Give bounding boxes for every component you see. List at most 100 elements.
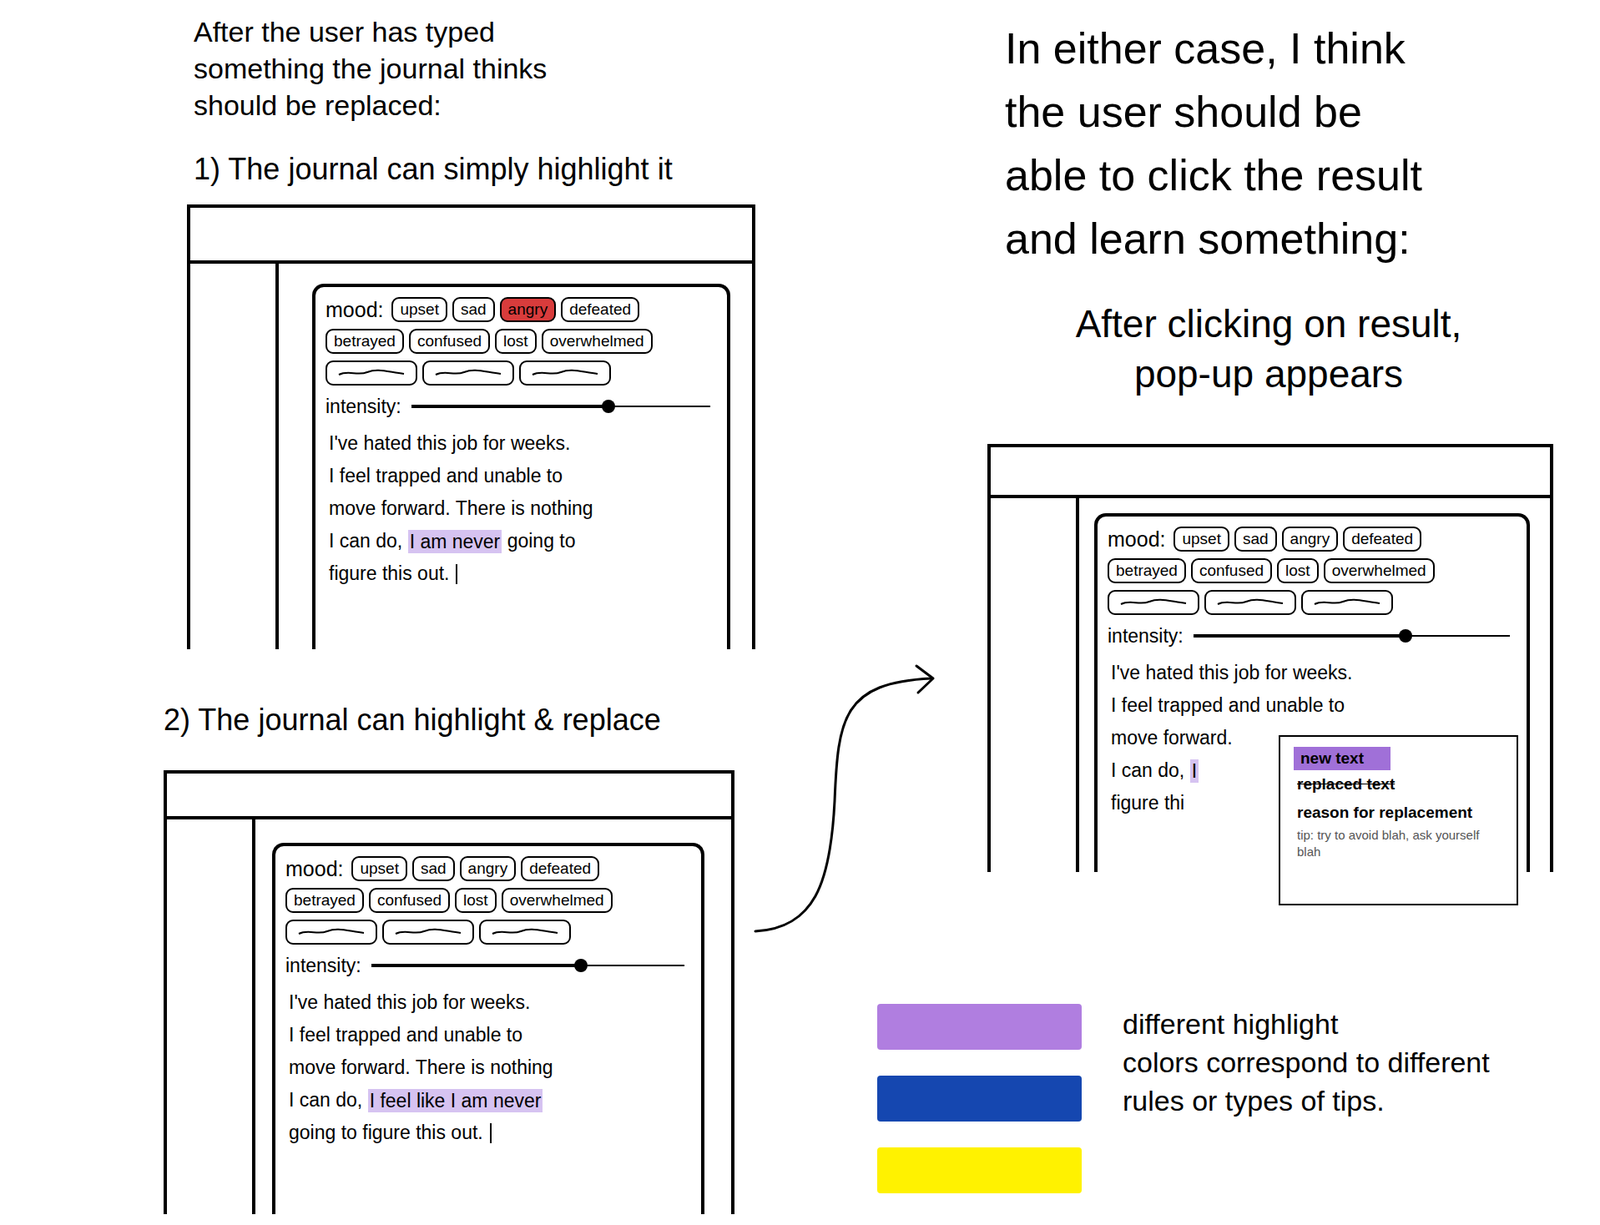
highlighted-text[interactable]: I feel like I am never xyxy=(368,1089,544,1113)
note-line: pop-up appears xyxy=(1014,348,1524,399)
highlighted-text[interactable]: I xyxy=(1190,759,1199,783)
mood-tag[interactable]: confused xyxy=(368,888,450,914)
text-line: I feel trapped and unable to xyxy=(1110,689,1517,722)
journal-text[interactable]: I've hated this job for weeks.I feel tra… xyxy=(285,983,692,1150)
mood-tag[interactable]: betrayed xyxy=(325,328,404,354)
text-segment: I can do, xyxy=(288,1084,369,1117)
mood-tag[interactable]: upset xyxy=(1173,526,1229,552)
blank-tag xyxy=(430,364,506,382)
title-bar xyxy=(990,447,1550,499)
intensity-track[interactable] xyxy=(411,405,711,408)
text-segment: move forward. xyxy=(1110,721,1233,755)
mood-tag[interactable] xyxy=(1107,590,1200,616)
mood-tag[interactable]: overwhelmed xyxy=(541,328,653,354)
sidebar xyxy=(166,819,256,1215)
tag-label: angry xyxy=(1290,529,1331,550)
mood-tag[interactable] xyxy=(285,919,378,945)
mood-tag[interactable]: angry xyxy=(459,856,517,882)
mood-tag[interactable]: sad xyxy=(412,856,455,882)
tag-label: confused xyxy=(1199,560,1264,581)
tag-label: overwhelmed xyxy=(550,331,645,352)
highlighted-text[interactable]: I am never xyxy=(408,529,503,554)
slider-knob[interactable] xyxy=(601,399,616,414)
sidebar xyxy=(190,263,279,650)
tag-label: upset xyxy=(1181,529,1221,550)
tag-content: upset xyxy=(359,858,399,879)
tag-label: confused xyxy=(417,331,482,352)
tag-content: betrayed xyxy=(293,890,356,911)
mood-tag[interactable]: defeated xyxy=(520,856,600,882)
slider-knob[interactable] xyxy=(574,958,588,973)
mood-tag[interactable]: betrayed xyxy=(1107,558,1187,584)
click-note: In either case, I thinkthe user should b… xyxy=(1004,16,1590,271)
journal-text[interactable]: I've hated this job for weeks.I feel tra… xyxy=(325,423,717,591)
window-body: mood:upsetsadangrydefeatedbetrayedconfus… xyxy=(190,263,753,650)
intensity-track[interactable] xyxy=(1193,635,1510,637)
mood-tag[interactable] xyxy=(479,919,571,945)
tag-label: betrayed xyxy=(333,331,396,352)
mood-tag[interactable]: defeated xyxy=(1342,526,1422,552)
sketch-canvas: After the user has typedsomething the jo… xyxy=(0,0,1600,1225)
note-line: After the user has typed xyxy=(193,13,695,51)
tag-label: angry xyxy=(508,299,549,320)
mood-tag[interactable]: angry xyxy=(499,297,557,323)
mood-tag[interactable]: sad xyxy=(452,297,495,323)
suggestion-popup: new textreplaced textreason for replacem… xyxy=(1278,735,1519,906)
mood-tag[interactable]: confused xyxy=(1191,558,1272,584)
tag-label: defeated xyxy=(569,299,631,320)
text-line: move forward. There is nothing xyxy=(328,492,717,525)
legend-swatches xyxy=(877,1004,1082,1194)
text-line: going to figure this out. xyxy=(288,1116,692,1150)
mood-tag[interactable] xyxy=(382,919,475,945)
mood-tag[interactable]: confused xyxy=(408,328,490,354)
mood-tag[interactable]: overwhelmed xyxy=(1323,558,1435,584)
text-segment: move forward. There is nothing xyxy=(288,1051,554,1085)
intensity-label: intensity: xyxy=(1107,624,1184,648)
tag-label: sad xyxy=(460,299,487,320)
tag-content: sad xyxy=(420,858,447,879)
slider-knob[interactable] xyxy=(1398,629,1413,643)
text-segment: I feel trapped and unable to xyxy=(328,459,563,493)
text-segment: move forward. There is nothing xyxy=(328,492,594,525)
mood-row xyxy=(285,916,692,949)
text-segment: I've hated this job for weeks. xyxy=(1110,656,1353,690)
option-2-note: 2) The journal can highlight & replace xyxy=(163,701,662,740)
mood-tag[interactable]: lost xyxy=(454,888,497,914)
tag-content: betrayed xyxy=(333,331,396,352)
intensity-fill xyxy=(371,964,581,968)
tag-content: lost xyxy=(1285,560,1311,581)
mood-tag[interactable] xyxy=(325,360,418,386)
mood-row xyxy=(325,357,717,389)
text-segment: I feel trapped and unable to xyxy=(1110,689,1345,722)
mood-label: mood: xyxy=(1107,526,1166,552)
intensity-row: intensity: xyxy=(285,948,692,984)
intensity-label: intensity: xyxy=(325,394,402,419)
tag-content: sad xyxy=(460,299,487,320)
mood-tag[interactable]: lost xyxy=(494,328,537,354)
tag-label: lost xyxy=(463,890,489,911)
text-line: I feel trapped and unable to xyxy=(288,1019,692,1052)
mood-tag[interactable]: upset xyxy=(351,856,407,882)
legend-line: different highlight xyxy=(1122,1004,1490,1044)
mood-tag[interactable] xyxy=(422,360,515,386)
intensity-track[interactable] xyxy=(371,964,685,967)
mood-tag[interactable]: sad xyxy=(1234,526,1277,552)
mood-tag[interactable] xyxy=(1204,590,1297,616)
mood-tag[interactable]: defeated xyxy=(560,297,640,323)
mood-tag[interactable] xyxy=(519,360,611,386)
mood-tag[interactable]: overwhelmed xyxy=(501,888,613,914)
mood-tag[interactable]: betrayed xyxy=(285,888,364,914)
tag-content: confused xyxy=(377,890,442,911)
mood-tag[interactable]: upset xyxy=(391,297,447,323)
note-line: After clicking on result, xyxy=(1014,298,1524,349)
highlight-swatch xyxy=(877,1004,1082,1050)
tag-content: lost xyxy=(503,331,529,352)
note-line: able to click the result xyxy=(1004,143,1590,207)
mood-tag[interactable] xyxy=(1301,590,1394,616)
option-1-note: 1) The journal can simply highlight it xyxy=(193,150,673,189)
tag-content: angry xyxy=(1290,529,1331,550)
mood-tag[interactable]: lost xyxy=(1276,558,1319,584)
text-line: I can do, I am never going to xyxy=(328,524,717,558)
tag-label: confused xyxy=(377,890,442,911)
mood-tag[interactable]: angry xyxy=(1282,526,1339,552)
